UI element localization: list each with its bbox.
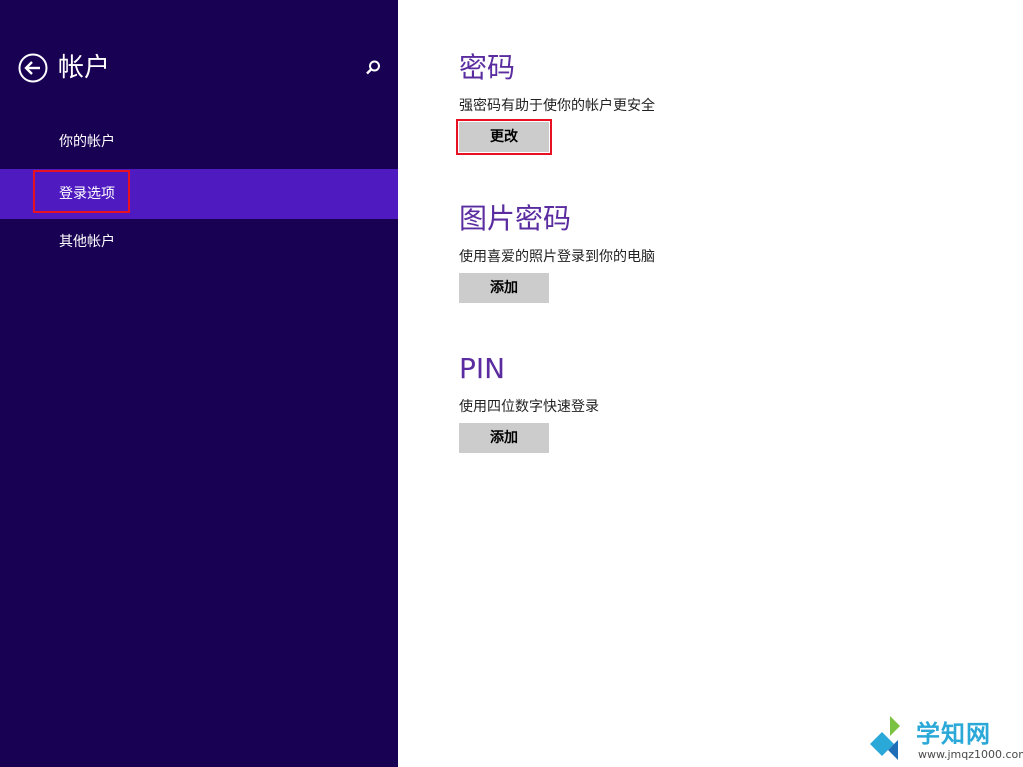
watermark-logo-icon bbox=[868, 714, 908, 762]
watermark-name: 学知网 bbox=[916, 720, 991, 748]
section-description: 使用喜爱的照片登录到你的电脑 bbox=[459, 249, 655, 265]
picture-password-section: 图片密码 使用喜爱的照片登录到你的电脑 添加 bbox=[459, 201, 959, 303]
back-button[interactable] bbox=[18, 53, 48, 83]
page-title: 帐户 bbox=[58, 53, 111, 83]
sidebar-item-your-account[interactable]: 你的帐户 bbox=[0, 117, 398, 167]
search-button[interactable] bbox=[364, 59, 382, 77]
watermark: 学知网 www.jmqz1000.com bbox=[868, 712, 1023, 764]
search-icon bbox=[364, 60, 382, 81]
sidebar-item-label: 登录选项 bbox=[59, 186, 115, 202]
section-description: 强密码有助于使你的帐户更安全 bbox=[459, 98, 655, 114]
sidebar-item-other-accounts[interactable]: 其他帐户 bbox=[0, 217, 398, 267]
section-title: 图片密码 bbox=[459, 202, 572, 235]
section-title: PIN bbox=[459, 352, 506, 385]
change-password-button[interactable]: 更改 bbox=[456, 119, 552, 155]
sidebar-header: 帐户 bbox=[18, 50, 388, 86]
sidebar: 帐户 你的帐户 登录选项 其他帐户 bbox=[0, 0, 398, 767]
add-pin-button[interactable]: 添加 bbox=[459, 423, 549, 453]
section-description: 使用四位数字快速登录 bbox=[459, 399, 599, 415]
section-title: 密码 bbox=[459, 51, 516, 84]
pin-section: PIN 使用四位数字快速登录 添加 bbox=[459, 351, 959, 453]
password-section: 密码 强密码有助于使你的帐户更安全 更改 bbox=[456, 50, 959, 155]
main-content: 密码 强密码有助于使你的帐户更安全 更改 图片密码 使用喜爱的照片登录到你的电脑… bbox=[398, 0, 1023, 767]
sidebar-item-sign-in-options[interactable]: 登录选项 bbox=[0, 169, 398, 219]
back-arrow-icon bbox=[18, 53, 48, 83]
settings-window: 帐户 你的帐户 登录选项 其他帐户 密码 强密码有助于使你的帐户更安全 更改 图… bbox=[0, 0, 1023, 767]
watermark-url: www.jmqz1000.com bbox=[918, 748, 1023, 761]
add-picture-password-button[interactable]: 添加 bbox=[459, 273, 549, 303]
sidebar-item-label: 你的帐户 bbox=[59, 134, 115, 150]
sidebar-item-label: 其他帐户 bbox=[59, 234, 115, 250]
